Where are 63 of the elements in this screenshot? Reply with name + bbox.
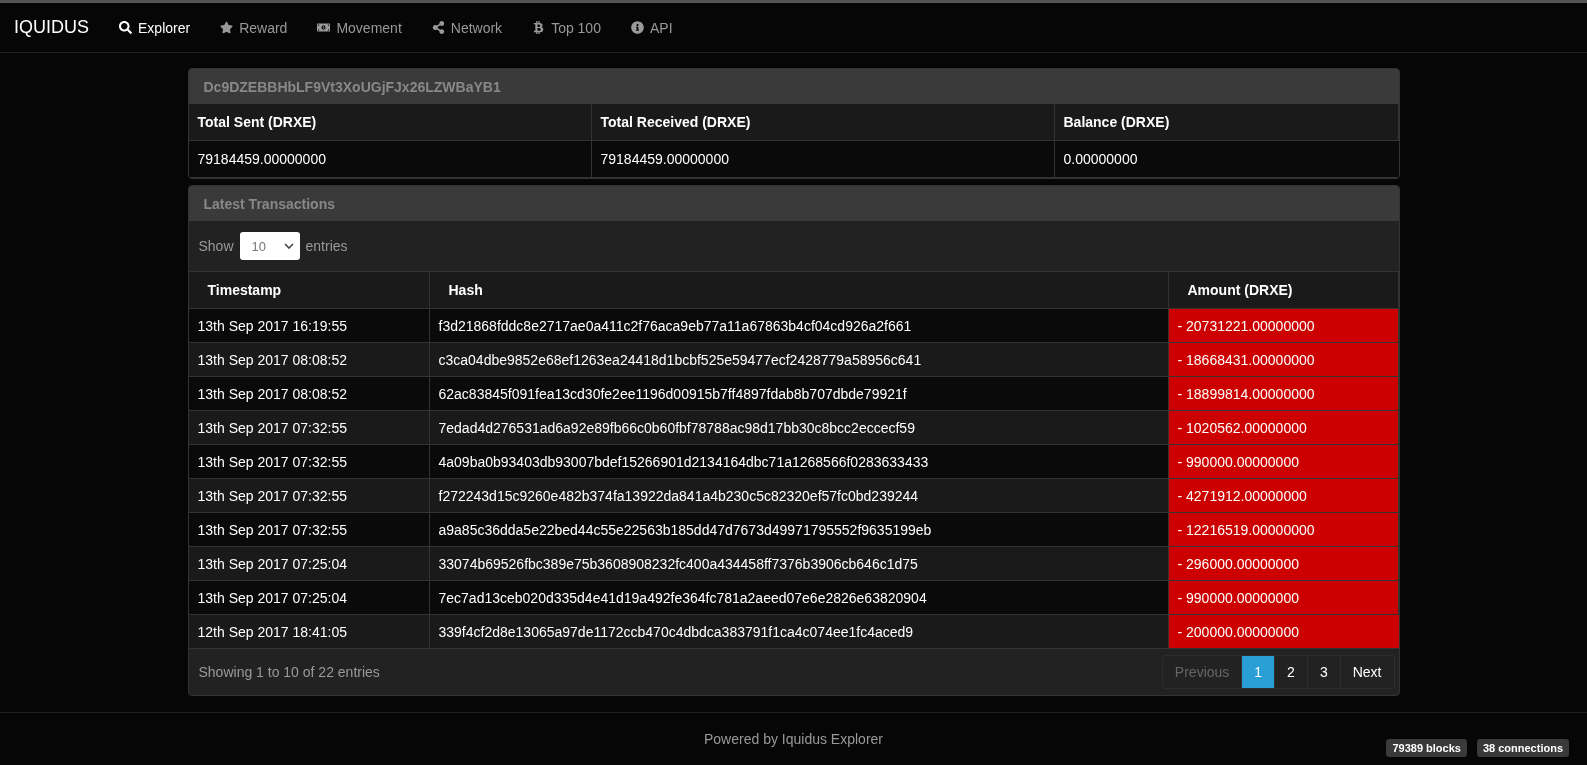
brand-logo[interactable]: IQUIDUS xyxy=(14,17,89,38)
amount-cell: - 990000.00000000 xyxy=(1168,581,1399,615)
table-cell: 13th Sep 2017 16:19:55 xyxy=(188,309,430,343)
table-cell: 13th Sep 2017 08:08:52 xyxy=(188,377,430,411)
star-icon xyxy=(220,21,234,34)
table-cell: 0.00000000 xyxy=(1054,141,1399,178)
table-cell: 79184459.00000000 xyxy=(591,141,1055,178)
column-header[interactable]: Amount (DRXE) xyxy=(1168,272,1399,309)
column-header: Total Sent (DRXE) xyxy=(188,104,592,141)
hash-link[interactable]: 339f4cf2d8e13065a97de1172ccb470c4dbdca383791f1ca4c074ee1fc4aced9 xyxy=(429,615,1169,649)
bitcoin-icon xyxy=(532,21,546,34)
nav-link[interactable]: Top 100 xyxy=(532,19,601,36)
hash-link[interactable]: f3d21868fddc8e2717ae0a411c2f76aca9eb77a11a67863b4cf04cd926a2f661 xyxy=(429,309,1169,343)
entries-select[interactable]: 10 xyxy=(239,232,300,260)
amount-cell: - 1020562.00000000 xyxy=(1168,411,1399,445)
amount-cell: - 200000.00000000 xyxy=(1168,615,1399,649)
share-icon xyxy=(431,21,445,34)
table-cell: 13th Sep 2017 07:25:04 xyxy=(188,547,430,581)
status-badge: 38 connections xyxy=(1476,739,1569,757)
hash-link[interactable]: c3ca04dbe9852e68ef1263ea24418d1bcbf525e59477ecf2428779a58956c641 xyxy=(429,343,1169,377)
nav-link[interactable]: API xyxy=(630,19,673,36)
column-header[interactable]: Timestamp xyxy=(188,272,430,309)
nav-link[interactable]: Movement xyxy=(317,19,402,36)
nav-link[interactable]: Network xyxy=(431,19,503,36)
chevron-down-icon xyxy=(283,243,294,249)
amount-cell: - 296000.00000000 xyxy=(1168,547,1399,581)
address-title: Dc9DZEBBHbLF9Vt3XoUGjFJx26LZWBaYB1 xyxy=(188,69,1399,104)
table-cell: 13th Sep 2017 07:25:04 xyxy=(188,581,430,615)
nav-link[interactable]: Reward xyxy=(220,19,288,36)
amount-cell: - 18899814.00000000 xyxy=(1168,377,1399,411)
hash-link[interactable]: 62ac83845f091fea13cd30fe2ee1196d00915b7ff4897fdab8b707dbde79921f xyxy=(429,377,1169,411)
banknote-icon xyxy=(317,21,331,34)
table-cell: 13th Sep 2017 08:08:52 xyxy=(188,343,430,377)
hash-link[interactable]: a9a85c36dda5e22bed44c55e22563b185dd47d7673d49971795552f9635199eb xyxy=(429,513,1169,547)
table-cell: 12th Sep 2017 18:41:05 xyxy=(188,615,430,649)
info-icon xyxy=(630,21,644,34)
column-header: Total Received (DRXE) xyxy=(591,104,1055,141)
table-cell: 13th Sep 2017 07:32:55 xyxy=(188,445,430,479)
search-icon xyxy=(119,21,132,34)
table-cell: 13th Sep 2017 07:32:55 xyxy=(188,479,430,513)
hash-link[interactable]: f272243d15c9260e482b374fa13922da841a4b230c5c82320ef57fc0bd239244 xyxy=(429,479,1169,513)
table-cell: 13th Sep 2017 07:32:55 xyxy=(188,513,430,547)
column-header: Balance (DRXE) xyxy=(1054,104,1399,141)
column-header[interactable]: Hash xyxy=(429,272,1169,309)
footer-text: Powered by Iquidus Explorer xyxy=(704,731,883,747)
entries-label: entries xyxy=(305,238,348,254)
hash-link[interactable]: 4a09ba0b93403db93007bdef15266901d2134164dbc71a1268566f0283633433 xyxy=(429,445,1169,479)
amount-cell: - 18668431.00000000 xyxy=(1168,343,1399,377)
amount-cell: - 20731221.00000000 xyxy=(1168,309,1399,343)
status-badge: 79389 blocks xyxy=(1386,739,1467,757)
hash-link[interactable]: 7ec7ad13ceb020d335d4e41d19a492fe364fc781a2aeed07e6e2826e63820904 xyxy=(429,581,1169,615)
nav-link[interactable]: Explorer xyxy=(119,19,191,36)
page-button[interactable]: Next xyxy=(1339,656,1394,688)
hash-link[interactable]: 33074b69526fbc389e75b3608908232fc400a434458ff7376b3906cb646c1d75 xyxy=(429,547,1169,581)
hash-link[interactable]: 7edad4d276531ad6a92e89fb66c0b60fbf78788ac98d17bb30c8bcc2eccecf59 xyxy=(429,411,1169,445)
entries-info: Showing 1 to 10 of 22 entries xyxy=(198,664,380,680)
amount-cell: - 4271912.00000000 xyxy=(1168,479,1399,513)
amount-cell: - 990000.00000000 xyxy=(1168,445,1399,479)
table-cell: 13th Sep 2017 07:32:55 xyxy=(188,411,430,445)
show-label: Show xyxy=(198,238,234,254)
amount-cell: - 12216519.00000000 xyxy=(1168,513,1399,547)
table-cell: 79184459.00000000 xyxy=(188,141,592,178)
panel-title: Latest Transactions xyxy=(188,186,1399,221)
